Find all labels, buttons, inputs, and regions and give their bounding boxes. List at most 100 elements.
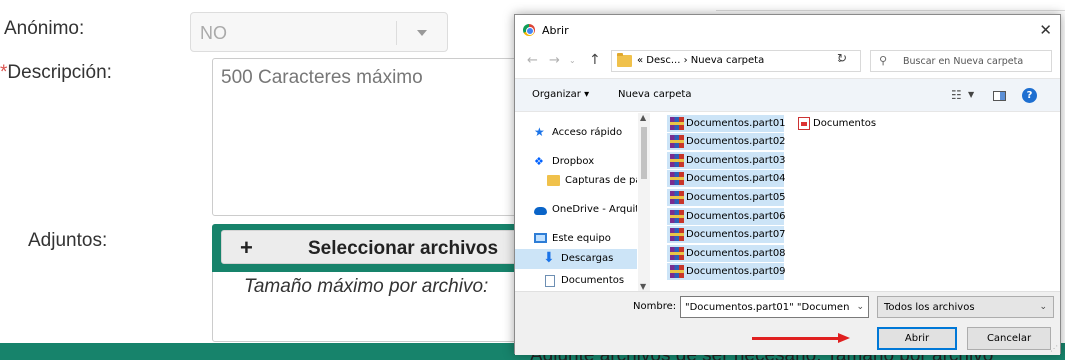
file-name: Documentos.part07 <box>686 229 786 240</box>
cancel-button[interactable]: Cancelar <box>967 327 1051 350</box>
nav-item-downloads[interactable]: ⬇ Descargas <box>515 249 637 269</box>
nav-item-label: Este equipo <box>552 233 611 244</box>
nav-item-label: Acceso rápido <box>552 127 623 138</box>
file-type-select[interactable]: Todos los archivos ⌄ <box>877 296 1054 318</box>
rar-archive-icon <box>670 228 684 241</box>
plus-icon: + <box>240 235 253 260</box>
up-arrow-icon[interactable]: ↑ <box>589 52 601 68</box>
nav-item-screenshots[interactable]: Capturas de pantalla <box>515 171 637 191</box>
file-item[interactable]: Documentos.part05 <box>667 189 786 206</box>
rar-archive-icon <box>670 210 684 223</box>
scrollbar-thumb[interactable] <box>641 127 647 179</box>
file-item[interactable]: Documentos.part01 <box>667 115 786 132</box>
scroll-down-icon[interactable]: ▼ <box>640 282 646 291</box>
file-name: Documentos.part01 <box>686 118 786 129</box>
anonymous-select-value: NO <box>200 23 227 43</box>
file-name: Documentos.part06 <box>686 211 786 222</box>
file-item[interactable]: Documentos.part07 <box>667 226 786 243</box>
rar-archive-icon <box>670 117 684 130</box>
dialog-footer: Nombre: "Documentos.part01" "Documento ⌄… <box>515 291 1060 355</box>
star-icon: ★ <box>534 125 545 139</box>
annotation-arrow-line <box>752 337 842 340</box>
open-file-dialog: Abrir ✕ ← → ⌄ ↑ « Desc... › Nueva carpet… <box>514 14 1061 355</box>
download-icon: ⬇ <box>543 250 555 266</box>
forward-arrow-icon[interactable]: → <box>549 53 560 68</box>
open-button[interactable]: Abrir <box>877 327 957 350</box>
file-item[interactable]: Documentos.part06 <box>667 208 786 225</box>
view-options-icon[interactable]: ☷ <box>951 88 962 102</box>
file-item[interactable]: Documentos.part04 <box>667 170 786 187</box>
nav-item-label: Descargas <box>561 253 614 264</box>
dropbox-icon: ❖ <box>534 155 544 168</box>
max-file-size-text: Tamaño máximo por archivo: <box>244 276 489 297</box>
resize-grip-icon[interactable]: ⋰ <box>1050 344 1058 353</box>
file-name: Documentos.part08 <box>686 248 786 259</box>
close-icon[interactable]: ✕ <box>1039 21 1052 39</box>
file-name: Documentos.part05 <box>686 192 786 203</box>
rar-archive-icon <box>670 265 684 278</box>
file-name: Documentos.part02 <box>686 136 786 147</box>
back-arrow-icon[interactable]: ← <box>527 53 538 68</box>
nav-item-this-pc[interactable]: Este equipo <box>515 229 637 249</box>
file-name-input[interactable]: "Documentos.part01" "Documento ⌄ <box>680 296 869 318</box>
description-placeholder: 500 Caracteres máximo <box>221 67 423 88</box>
document-icon <box>545 275 555 287</box>
anonymous-label: Anónimo: <box>4 18 85 39</box>
rar-archive-icon <box>670 154 684 167</box>
file-item[interactable]: Documentos.part09 <box>667 263 786 280</box>
help-icon[interactable]: ? <box>1022 88 1037 103</box>
nav-item-label: Documentos <box>561 275 625 286</box>
pdf-icon <box>798 117 810 130</box>
dialog-titlebar: Abrir ✕ <box>515 15 1060 45</box>
view-chevron-down-icon[interactable]: ▼ <box>968 90 974 99</box>
computer-icon <box>534 233 547 243</box>
nav-item-label: Capturas de pantalla <box>565 175 637 186</box>
nav-item-label: OneDrive - Arquitectura <box>552 204 637 215</box>
search-input[interactable]: ⚲ Buscar en Nueva carpeta <box>870 50 1052 72</box>
file-name: Documentos <box>813 118 877 129</box>
nav-item-onedrive[interactable]: OneDrive - Arquitectura <box>515 200 637 220</box>
rar-archive-icon <box>670 172 684 185</box>
nav-item-quick-access[interactable]: ★ Acceso rápido <box>515 123 637 143</box>
select-files-label: Seleccionar archivos <box>308 238 499 259</box>
file-name-chevron-down-icon[interactable]: ⌄ <box>856 302 864 312</box>
annotation-arrow-icon <box>838 333 850 343</box>
select-files-button[interactable]: + Seleccionar archivos <box>221 230 531 264</box>
description-textarea[interactable]: 500 Caracteres máximo <box>212 58 542 216</box>
rar-archive-icon <box>670 135 684 148</box>
background-divider <box>716 10 1065 11</box>
chevron-down-icon <box>417 30 427 36</box>
dialog-title: Abrir <box>542 24 569 37</box>
rar-archive-icon <box>670 247 684 260</box>
command-bar: Organizar ▾ Nueva carpeta ☷ ▼ ? <box>515 78 1060 112</box>
description-label: *Descripción: <box>0 62 112 84</box>
preview-pane-icon[interactable] <box>993 91 1006 101</box>
nav-item-documents[interactable]: Documentos <box>515 271 637 291</box>
nav-item-dropbox[interactable]: ❖ Dropbox <box>515 152 637 172</box>
file-item[interactable]: Documentos.part08 <box>667 245 786 262</box>
folder-icon <box>547 175 560 186</box>
file-name: Documentos.part03 <box>686 155 786 166</box>
anonymous-select[interactable]: NO <box>190 12 448 52</box>
new-folder-button[interactable]: Nueva carpeta <box>618 89 691 100</box>
refresh-icon[interactable]: ↻ <box>837 51 847 65</box>
navigation-pane: ★ Acceso rápido ❖ Dropbox Capturas de pa… <box>515 113 650 291</box>
recent-locations-chevron-icon[interactable]: ⌄ <box>569 56 576 65</box>
file-item[interactable]: Documentos.part02 <box>667 133 786 150</box>
folder-icon <box>617 53 632 67</box>
chrome-icon <box>523 24 535 36</box>
search-placeholder: Buscar en Nueva carpeta <box>903 56 1024 67</box>
navigation-row: ← → ⌄ ↑ « Desc... › Nueva carpeta ⌄ ↻ ⚲ … <box>515 46 1060 76</box>
navigation-scrollbar[interactable]: ▲ ▼ <box>638 113 650 291</box>
select-separator <box>396 21 397 45</box>
rar-archive-icon <box>670 191 684 204</box>
address-breadcrumb[interactable]: « Desc... › Nueva carpeta <box>637 55 764 66</box>
file-item[interactable]: Documentos.part03 <box>667 152 786 169</box>
file-item[interactable]: Documentos <box>798 115 908 132</box>
address-bar[interactable]: « Desc... › Nueva carpeta ⌄ <box>611 50 861 72</box>
attachments-label: Adjuntos: <box>28 230 108 251</box>
organize-menu[interactable]: Organizar ▾ <box>532 89 589 100</box>
description-label-text: Descripción: <box>7 62 112 83</box>
scroll-up-icon[interactable]: ▲ <box>640 113 646 122</box>
file-type-chevron-down-icon: ⌄ <box>1039 302 1047 312</box>
